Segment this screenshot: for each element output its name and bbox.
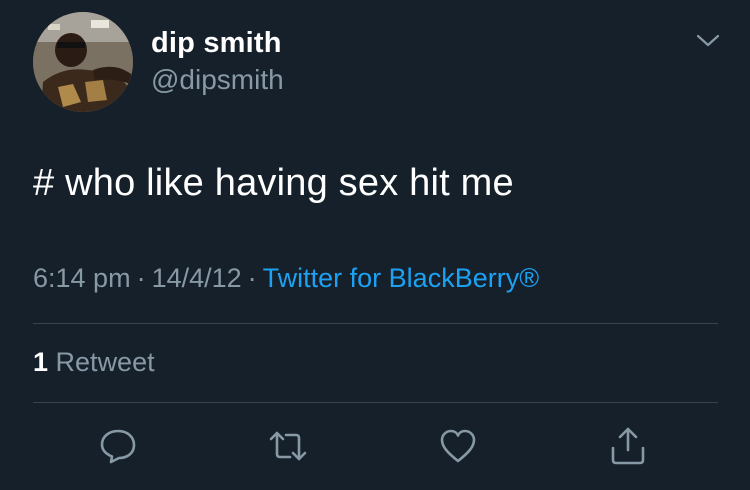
separator: · bbox=[136, 263, 146, 293]
user-handle[interactable]: @dipsmith bbox=[151, 64, 284, 96]
divider bbox=[33, 402, 718, 403]
display-name[interactable]: dip smith bbox=[151, 27, 282, 60]
reply-icon bbox=[100, 429, 136, 464]
like-button[interactable] bbox=[436, 424, 480, 468]
tweet-metadata: 6:14 pm · 14/4/12 · Twitter for BlackBerry® bbox=[33, 263, 539, 294]
tweet-date: 14/4/12 bbox=[151, 263, 242, 293]
retweet-icon bbox=[269, 431, 307, 461]
avatar-photo bbox=[33, 12, 133, 112]
share-button[interactable] bbox=[606, 424, 650, 468]
reply-button[interactable] bbox=[96, 424, 140, 468]
tweet-source-link[interactable]: Twitter for BlackBerry® bbox=[263, 263, 539, 293]
share-icon bbox=[611, 427, 645, 465]
like-icon bbox=[440, 429, 476, 463]
separator: · bbox=[247, 263, 257, 293]
retweet-label: Retweet bbox=[55, 347, 155, 377]
retweet-count: 1 bbox=[33, 347, 49, 377]
divider bbox=[33, 323, 718, 324]
tweet-detail: dip smith @dipsmith # who like having se… bbox=[0, 0, 750, 490]
avatar[interactable] bbox=[33, 12, 133, 112]
retweet-stats[interactable]: 1 Retweet bbox=[33, 347, 155, 378]
chevron-down-icon[interactable] bbox=[694, 30, 722, 52]
tweet-text: # who like having sex hit me bbox=[33, 162, 514, 204]
retweet-button[interactable] bbox=[266, 424, 310, 468]
tweet-time: 6:14 pm bbox=[33, 263, 131, 293]
